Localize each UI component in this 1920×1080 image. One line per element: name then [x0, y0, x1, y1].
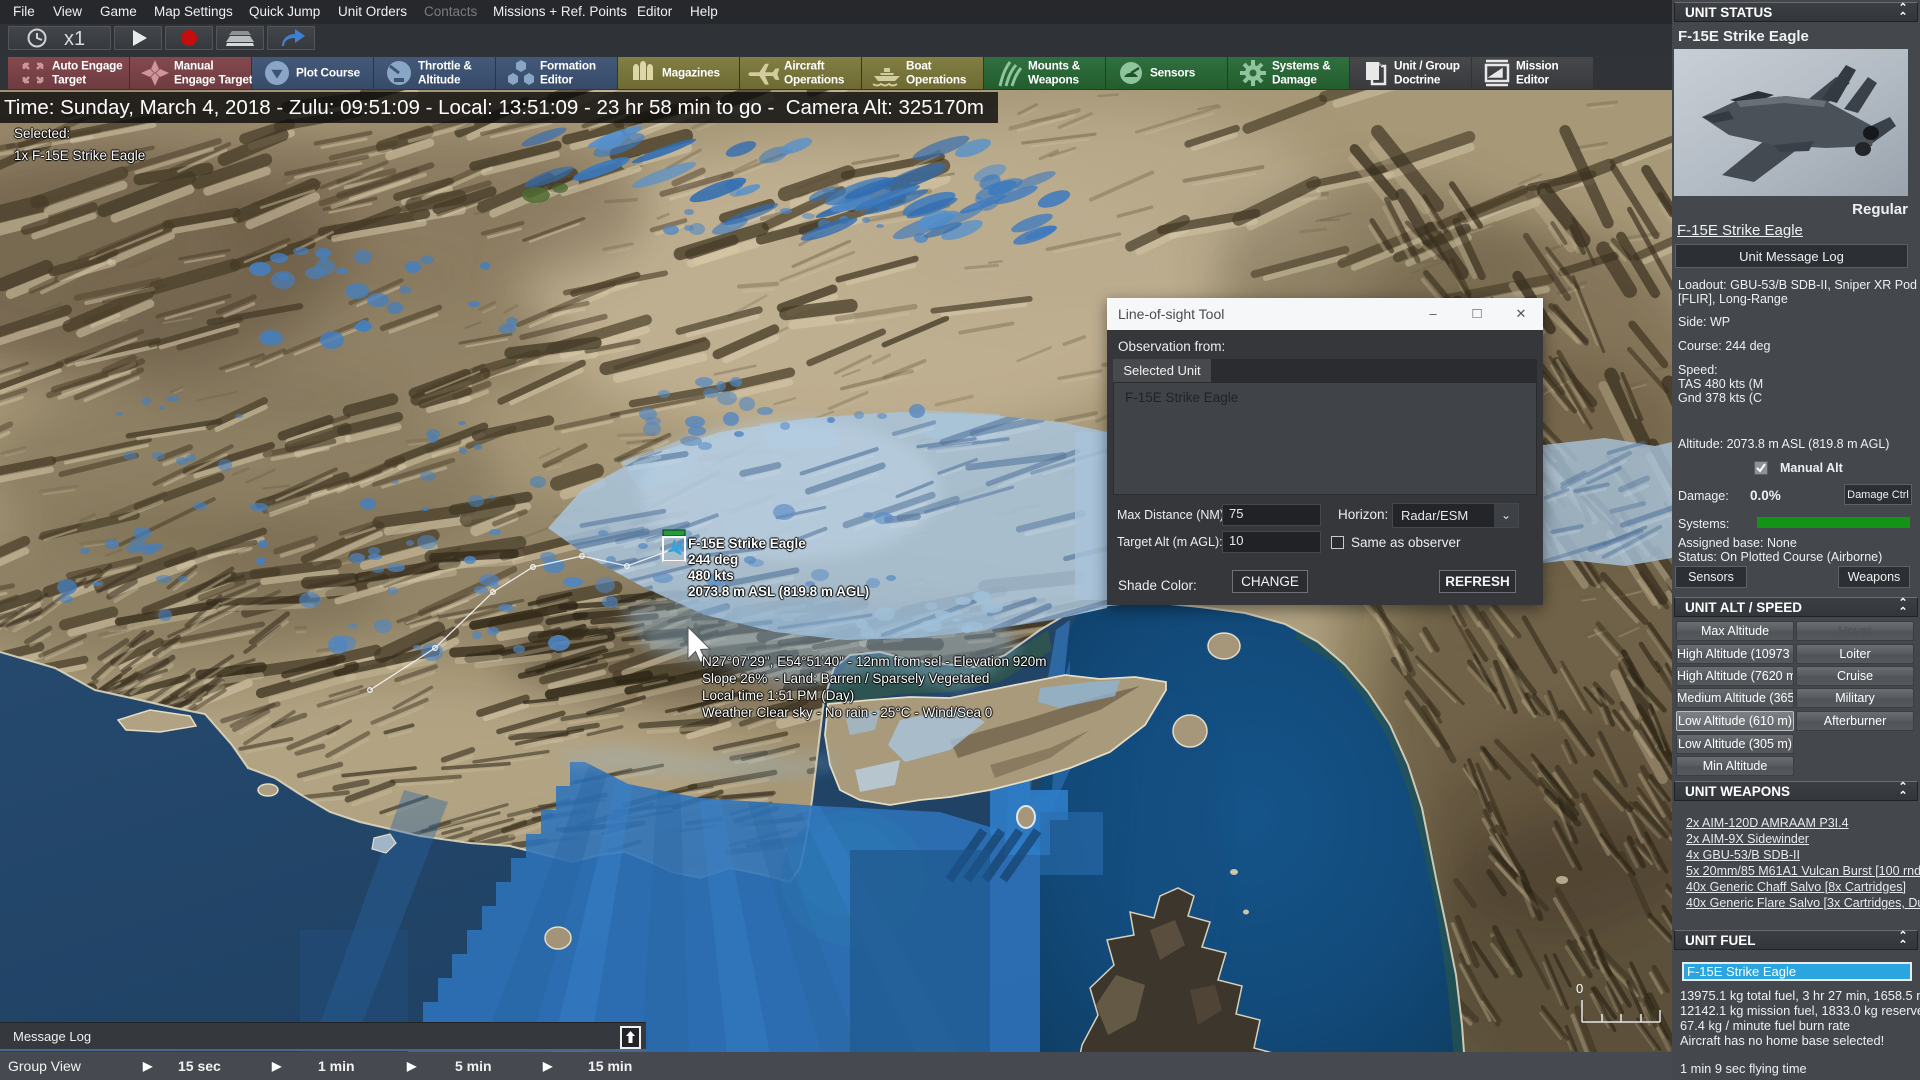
svg-text:x1: x1	[64, 28, 85, 49]
svg-text:0: 0	[1576, 981, 1583, 996]
